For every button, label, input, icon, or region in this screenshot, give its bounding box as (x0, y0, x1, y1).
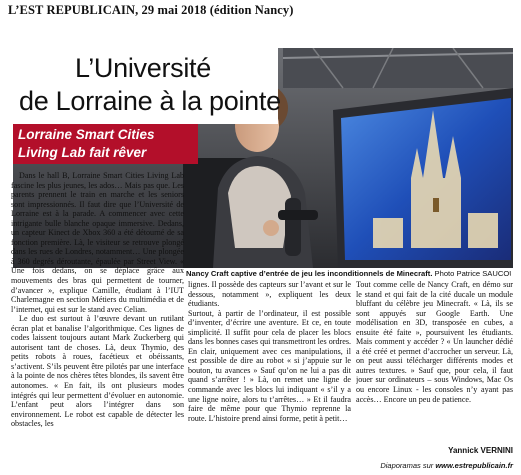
article-column-2: lignes. Il possède des capteurs sur l’av… (188, 280, 351, 466)
article-column-1: Dans le hall B, Lorraine Smart Cities Li… (11, 171, 184, 467)
website-link[interactable]: www.estrepublicain.fr (435, 461, 513, 470)
paragraph: Dans le hall B, Lorraine Smart Cities Li… (11, 171, 184, 314)
masthead: L’EST REPUBLICAIN, 29 mai 2018 (édition … (8, 3, 294, 17)
slideshow-note: Diaporamas sur www.estrepublicain.fr (356, 461, 513, 470)
article-column-3: Tout comme celle de Nancy Craft, en démo… (356, 280, 513, 446)
caption-text: Nancy Craft captive d’entrée de jeu les … (186, 269, 433, 278)
author-byline: Yannick VERNINI (448, 446, 513, 455)
subtitle-banner: Lorraine Smart Cities Living Lab fait rê… (13, 124, 198, 164)
paragraph: lignes. Il possède des capteurs sur l’av… (188, 280, 351, 309)
headline-line-2: de Lorraine à la pointe (19, 86, 281, 116)
paragraph: Surtout, à partir de l’ordinateur, il es… (188, 308, 351, 423)
subtitle-line-2: Living Lab fait rêver (18, 145, 147, 160)
subtitle-line-1: Lorraine Smart Cities (18, 127, 155, 142)
paragraph: Le duo est surtout à l’œuvre devant un r… (11, 314, 184, 429)
headline-box: L’Université de Lorraine à la pointe (13, 48, 281, 124)
photo-credit: Photo Patrice SAUCOURT (434, 269, 511, 278)
slideshow-prefix: Diaporamas sur (380, 461, 436, 470)
headline-line-1: L’Université (75, 53, 211, 83)
paragraph: Tout comme celle de Nancy Craft, en démo… (356, 280, 513, 404)
photo-caption: Nancy Craft captive d’entrée de jeu les … (186, 269, 511, 279)
